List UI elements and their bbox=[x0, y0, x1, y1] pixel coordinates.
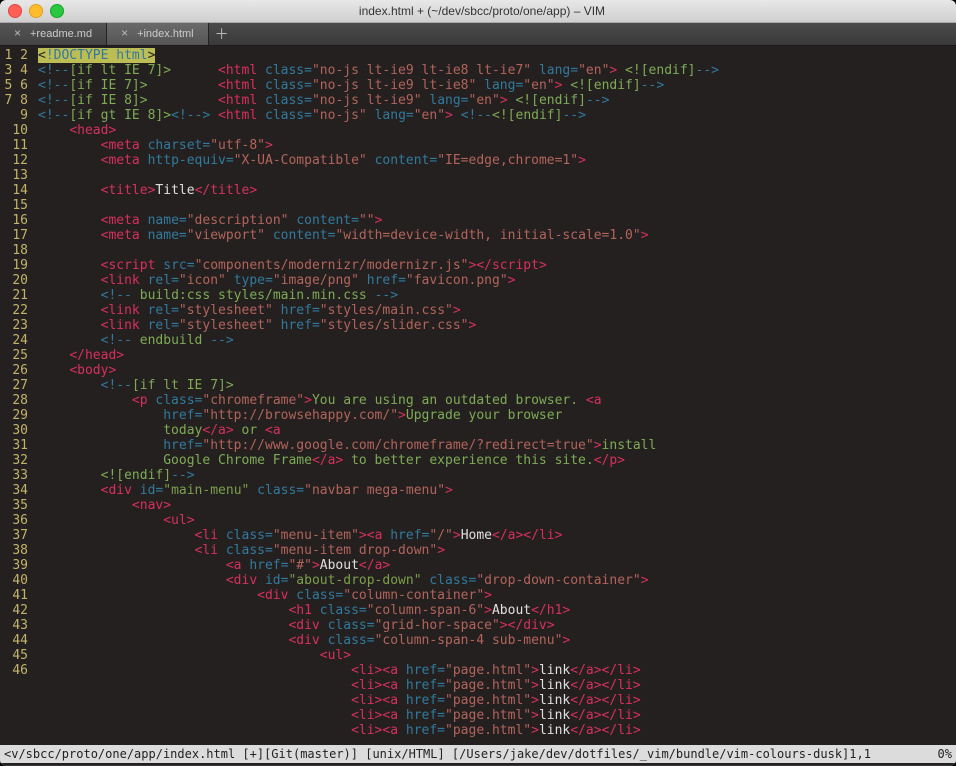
tab-label: +index.html bbox=[137, 28, 194, 40]
tabbar: × +readme.md × +index.html ＋ bbox=[0, 23, 956, 46]
status-left: <v/sbcc/proto/one/app/index.html [+][Git… bbox=[4, 747, 871, 761]
line-number-gutter: 1 2 3 4 5 6 7 8 9 10 11 12 13 14 15 16 1… bbox=[0, 46, 32, 745]
close-tab-icon[interactable]: × bbox=[14, 29, 24, 39]
window-title: index.html + (~/dev/sbcc/proto/one/app) … bbox=[16, 4, 948, 18]
new-tab-button[interactable]: ＋ bbox=[209, 23, 235, 45]
status-right: 0% bbox=[938, 747, 952, 761]
tab-readme[interactable]: × +readme.md bbox=[0, 23, 107, 45]
app-window: index.html + (~/dev/sbcc/proto/one/app) … bbox=[0, 0, 956, 766]
titlebar: index.html + (~/dev/sbcc/proto/one/app) … bbox=[0, 0, 956, 23]
tab-label: +readme.md bbox=[30, 28, 92, 40]
tab-index[interactable]: × +index.html bbox=[107, 23, 209, 45]
editor[interactable]: 1 2 3 4 5 6 7 8 9 10 11 12 13 14 15 16 1… bbox=[0, 46, 956, 745]
close-tab-icon[interactable]: × bbox=[121, 29, 131, 39]
code-area[interactable]: <!DOCTYPE html> <!--[if lt IE 7]> <html … bbox=[32, 46, 956, 745]
statusbar: <v/sbcc/proto/one/app/index.html [+][Git… bbox=[0, 745, 956, 763]
